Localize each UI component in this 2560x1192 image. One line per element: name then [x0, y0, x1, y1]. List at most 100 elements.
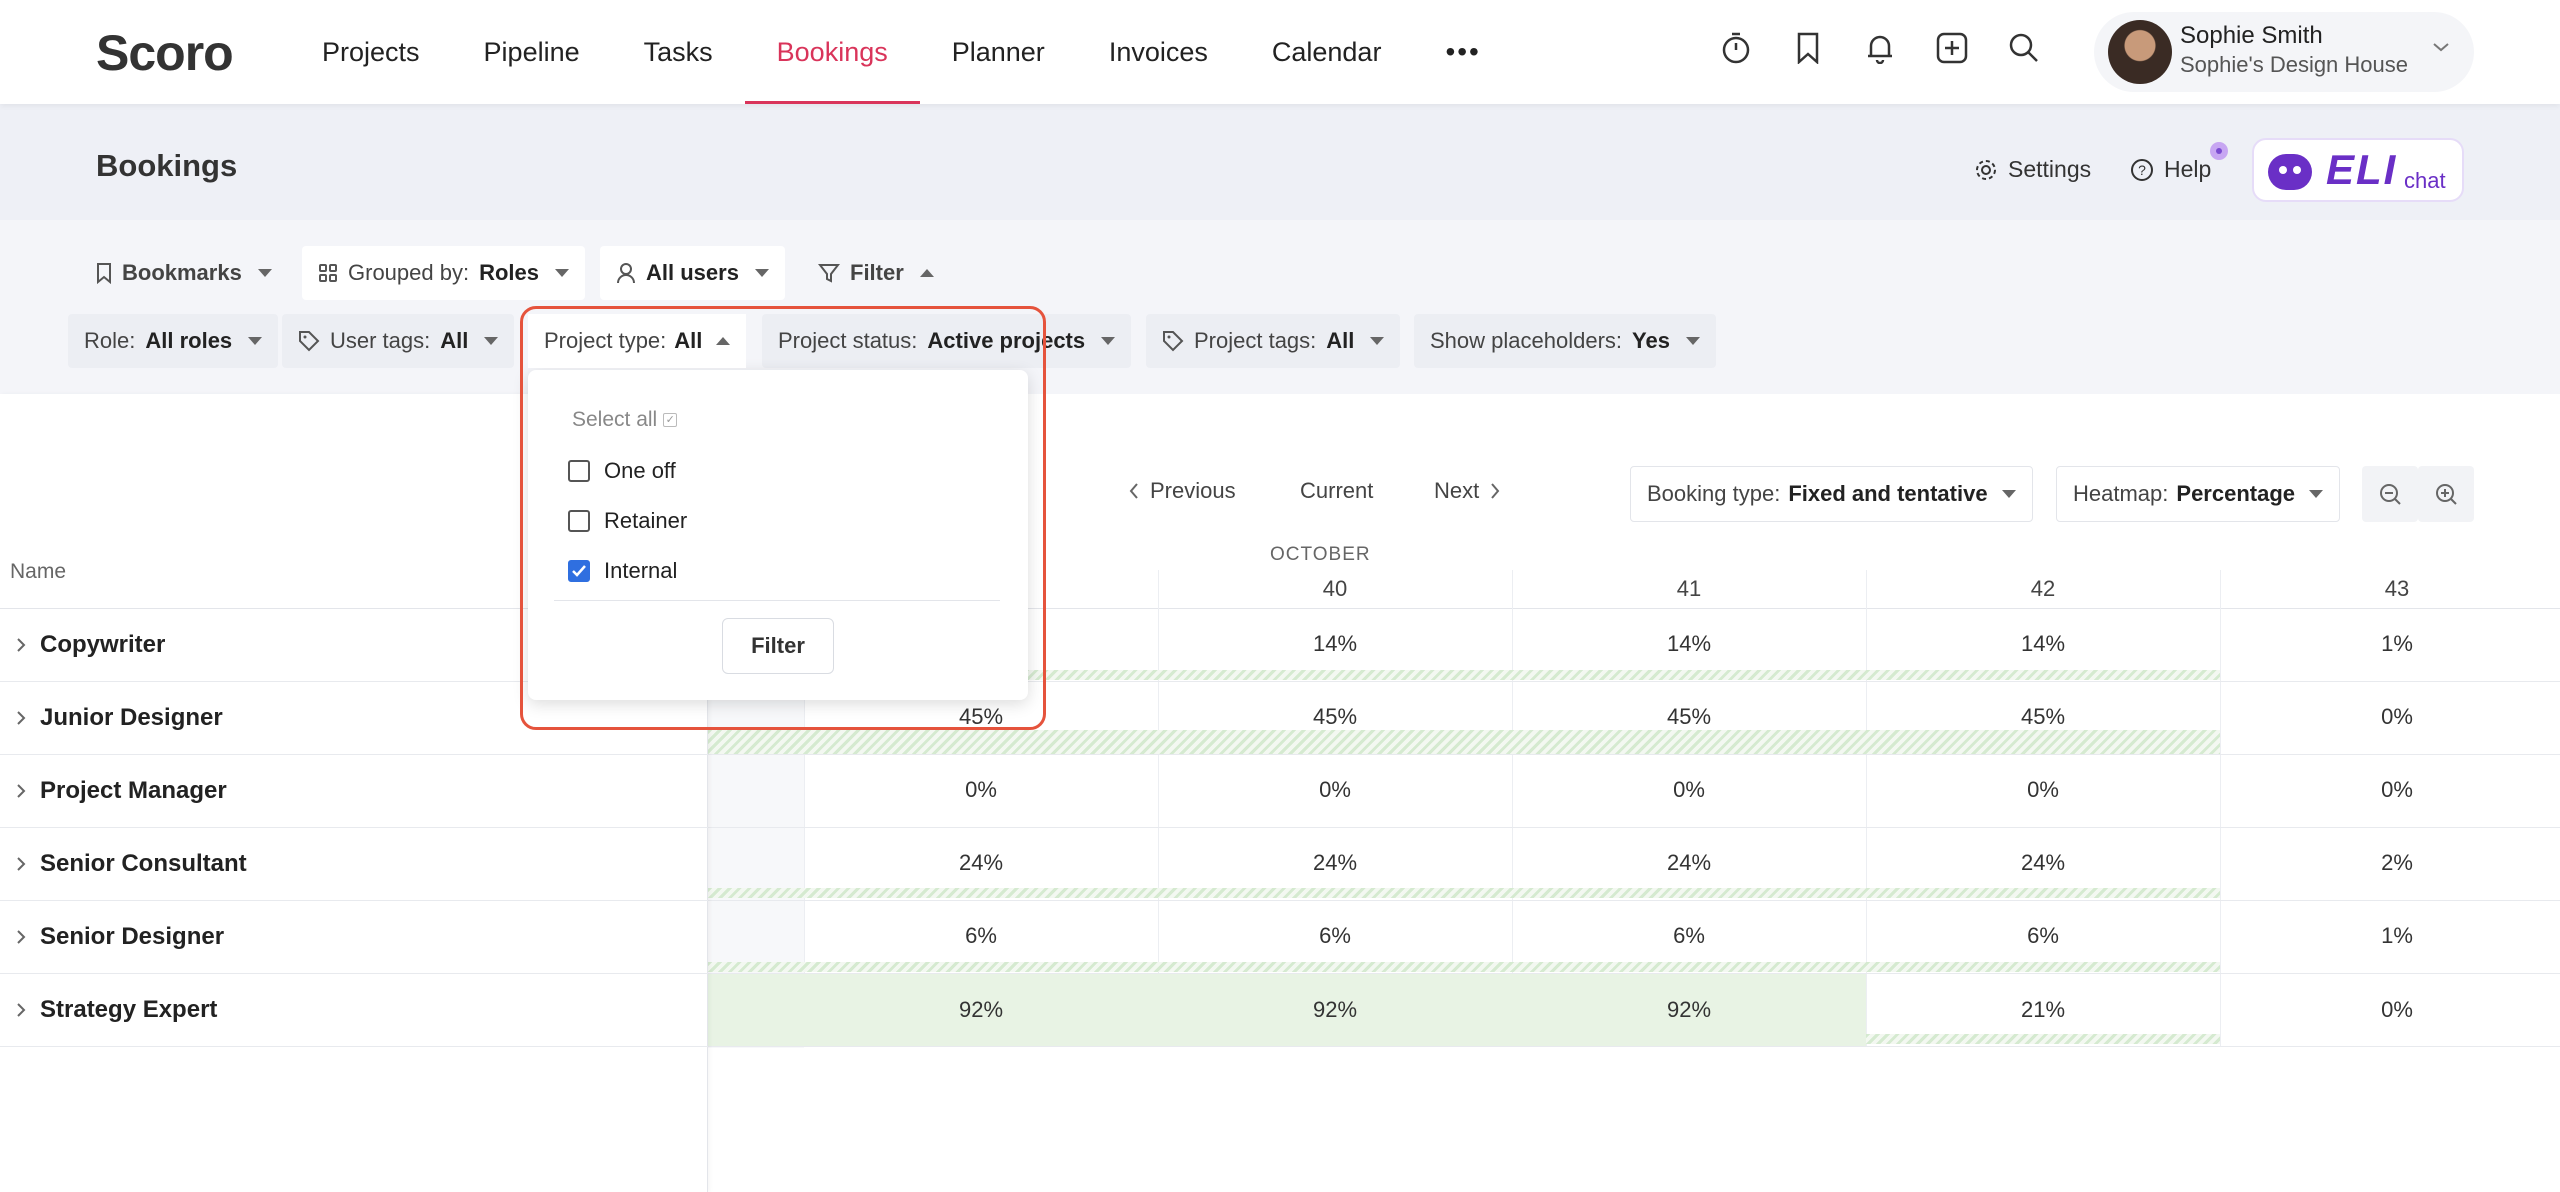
nav-invoices[interactable]: Invoices — [1077, 0, 1240, 104]
booking-cell[interactable]: 0% — [804, 754, 1158, 826]
previous-period-button[interactable]: Previous — [1128, 478, 1236, 504]
eli-bot-icon — [2268, 154, 2312, 190]
nav-tasks[interactable]: Tasks — [612, 0, 745, 104]
nav-bookings[interactable]: Bookings — [744, 0, 920, 104]
name-column-header[interactable]: Name — [10, 560, 66, 584]
zoom-out-button[interactable] — [2362, 466, 2418, 522]
filter-toggle[interactable]: Filter — [802, 246, 950, 300]
booking-cell[interactable]: 6% — [804, 900, 1158, 972]
checkbox[interactable] — [568, 510, 590, 532]
booking-cell[interactable]: 24% — [1866, 827, 2220, 899]
role-filter[interactable]: Role: All roles — [68, 314, 279, 368]
table-row[interactable]: Senior Consultant — [0, 828, 708, 901]
zoom-in-button[interactable] — [2418, 466, 2474, 522]
booking-cell[interactable]: 92% — [1512, 974, 1866, 1046]
filter-toolbar: Bookmarks Grouped by: Roles All users Fi… — [0, 220, 2560, 394]
booking-cell[interactable]: 0% — [2220, 681, 2560, 753]
heatmap-select[interactable]: Heatmap: Percentage — [2056, 466, 2341, 522]
booking-cell[interactable]: 24% — [1158, 827, 1512, 899]
project-status-filter[interactable]: Project status: Active projects — [762, 314, 1132, 368]
booking-cell[interactable]: 24% — [804, 827, 1158, 899]
booking-cell[interactable]: 92% — [1158, 974, 1512, 1046]
booking-cell[interactable]: 1% — [2220, 900, 2560, 972]
booking-cell[interactable]: 14% — [1866, 608, 2220, 680]
project-tags-filter[interactable]: Project tags: All — [1146, 314, 1401, 368]
booking-cell[interactable]: 0% — [2220, 754, 2560, 826]
table-row[interactable]: Senior Designer — [0, 901, 708, 974]
project-type-dropdown-panel: Select all ✓ One off Retainer Internal F… — [528, 370, 1028, 700]
eli-chat-button[interactable]: ELI chat — [2252, 138, 2464, 202]
nav-pipeline[interactable]: Pipeline — [452, 0, 612, 104]
user-tags-filter[interactable]: User tags: All — [282, 314, 515, 368]
bookmark-icon[interactable] — [1790, 28, 1826, 68]
user-name: Sophie Smith — [2180, 22, 2323, 49]
project-status-label: Project status: — [778, 328, 918, 353]
check-icon — [572, 565, 586, 577]
next-period-button[interactable]: Next — [1434, 478, 1501, 504]
svg-text:?: ? — [2138, 162, 2146, 178]
option-internal[interactable]: Internal — [568, 558, 677, 584]
booking-type-label: Booking type: — [1647, 481, 1781, 506]
booking-cell[interactable]: 92% — [804, 974, 1158, 1046]
booking-cell[interactable]: 1% — [2220, 608, 2560, 680]
nav-planner[interactable]: Planner — [920, 0, 1077, 104]
users-dropdown[interactable]: All users — [600, 246, 785, 300]
nav-projects[interactable]: Projects — [290, 0, 452, 104]
booking-type-select[interactable]: Booking type: Fixed and tentative — [1630, 466, 2033, 522]
option-retainer[interactable]: Retainer — [568, 508, 687, 534]
role-name: Senior Consultant — [40, 850, 247, 877]
caret-up-icon — [919, 269, 934, 277]
caret-down-icon — [484, 337, 499, 345]
booking-cell[interactable]: 21% — [1866, 974, 2220, 1046]
chevron-right-icon[interactable] — [16, 783, 26, 799]
nav-more-button[interactable]: ••• — [1413, 0, 1512, 104]
checkbox[interactable] — [568, 460, 590, 482]
timer-icon[interactable] — [1718, 28, 1754, 68]
show-placeholders-filter[interactable]: Show placeholders: Yes — [1414, 314, 1716, 368]
nav-calendar[interactable]: Calendar — [1240, 0, 1414, 104]
booking-cell[interactable]: 24% — [1512, 827, 1866, 899]
month-label: OCTOBER — [1270, 544, 1371, 565]
booking-cell[interactable]: 2% — [2220, 827, 2560, 899]
booking-cell[interactable]: 0% — [2220, 974, 2560, 1046]
user-menu[interactable]: Sophie Smith Sophie's Design House — [2094, 12, 2474, 92]
table-row[interactable]: Project Manager — [0, 755, 708, 828]
booking-cell[interactable]: 0% — [1512, 754, 1866, 826]
current-period-button[interactable]: Current — [1300, 478, 1373, 504]
booking-cell[interactable]: 6% — [1158, 900, 1512, 972]
apply-filter-button[interactable]: Filter — [722, 618, 834, 674]
table-row[interactable]: Strategy Expert — [0, 974, 708, 1047]
bookmarks-dropdown[interactable]: Bookmarks — [80, 246, 288, 300]
grouped-by-value: Roles — [479, 260, 539, 285]
search-icon[interactable] — [2006, 28, 2042, 68]
booking-cell[interactable]: 14% — [1512, 608, 1866, 680]
caret-down-icon — [248, 337, 263, 345]
caret-down-icon — [555, 269, 569, 277]
chevron-right-icon[interactable] — [16, 856, 26, 872]
booking-cell[interactable]: 0% — [1158, 754, 1512, 826]
add-icon[interactable] — [1934, 28, 1970, 68]
booking-cell[interactable]: 45% — [1866, 681, 2220, 753]
grouped-by-dropdown[interactable]: Grouped by: Roles — [302, 246, 585, 300]
booking-cell[interactable]: 45% — [1512, 681, 1866, 753]
chevron-right-icon[interactable] — [16, 929, 26, 945]
bell-icon[interactable] — [1862, 28, 1898, 68]
checkbox-checked[interactable] — [568, 560, 590, 582]
booking-cell[interactable]: 6% — [1512, 900, 1866, 972]
chevron-right-icon[interactable] — [16, 1002, 26, 1018]
booking-cell[interactable]: 45% — [1158, 681, 1512, 753]
booking-cell[interactable]: 14% — [1158, 608, 1512, 680]
option-one-off[interactable]: One off — [568, 458, 676, 484]
bookmarks-label: Bookmarks — [122, 260, 242, 285]
booking-cell[interactable]: 0% — [1866, 754, 2220, 826]
scoro-logo[interactable]: Scoro — [96, 24, 234, 82]
chevron-right-icon[interactable] — [16, 710, 26, 726]
chevron-down-icon — [2432, 40, 2450, 58]
booking-cell[interactable]: 6% — [1866, 900, 2220, 972]
settings-link[interactable]: Settings — [1974, 156, 2091, 183]
project-type-filter[interactable]: Project type: All — [528, 314, 747, 368]
chevron-right-icon[interactable] — [16, 637, 26, 653]
help-link[interactable]: ? Help — [2130, 156, 2211, 183]
select-all-option[interactable]: Select all ✓ — [572, 408, 678, 432]
top-icon-bar — [1718, 28, 2042, 68]
